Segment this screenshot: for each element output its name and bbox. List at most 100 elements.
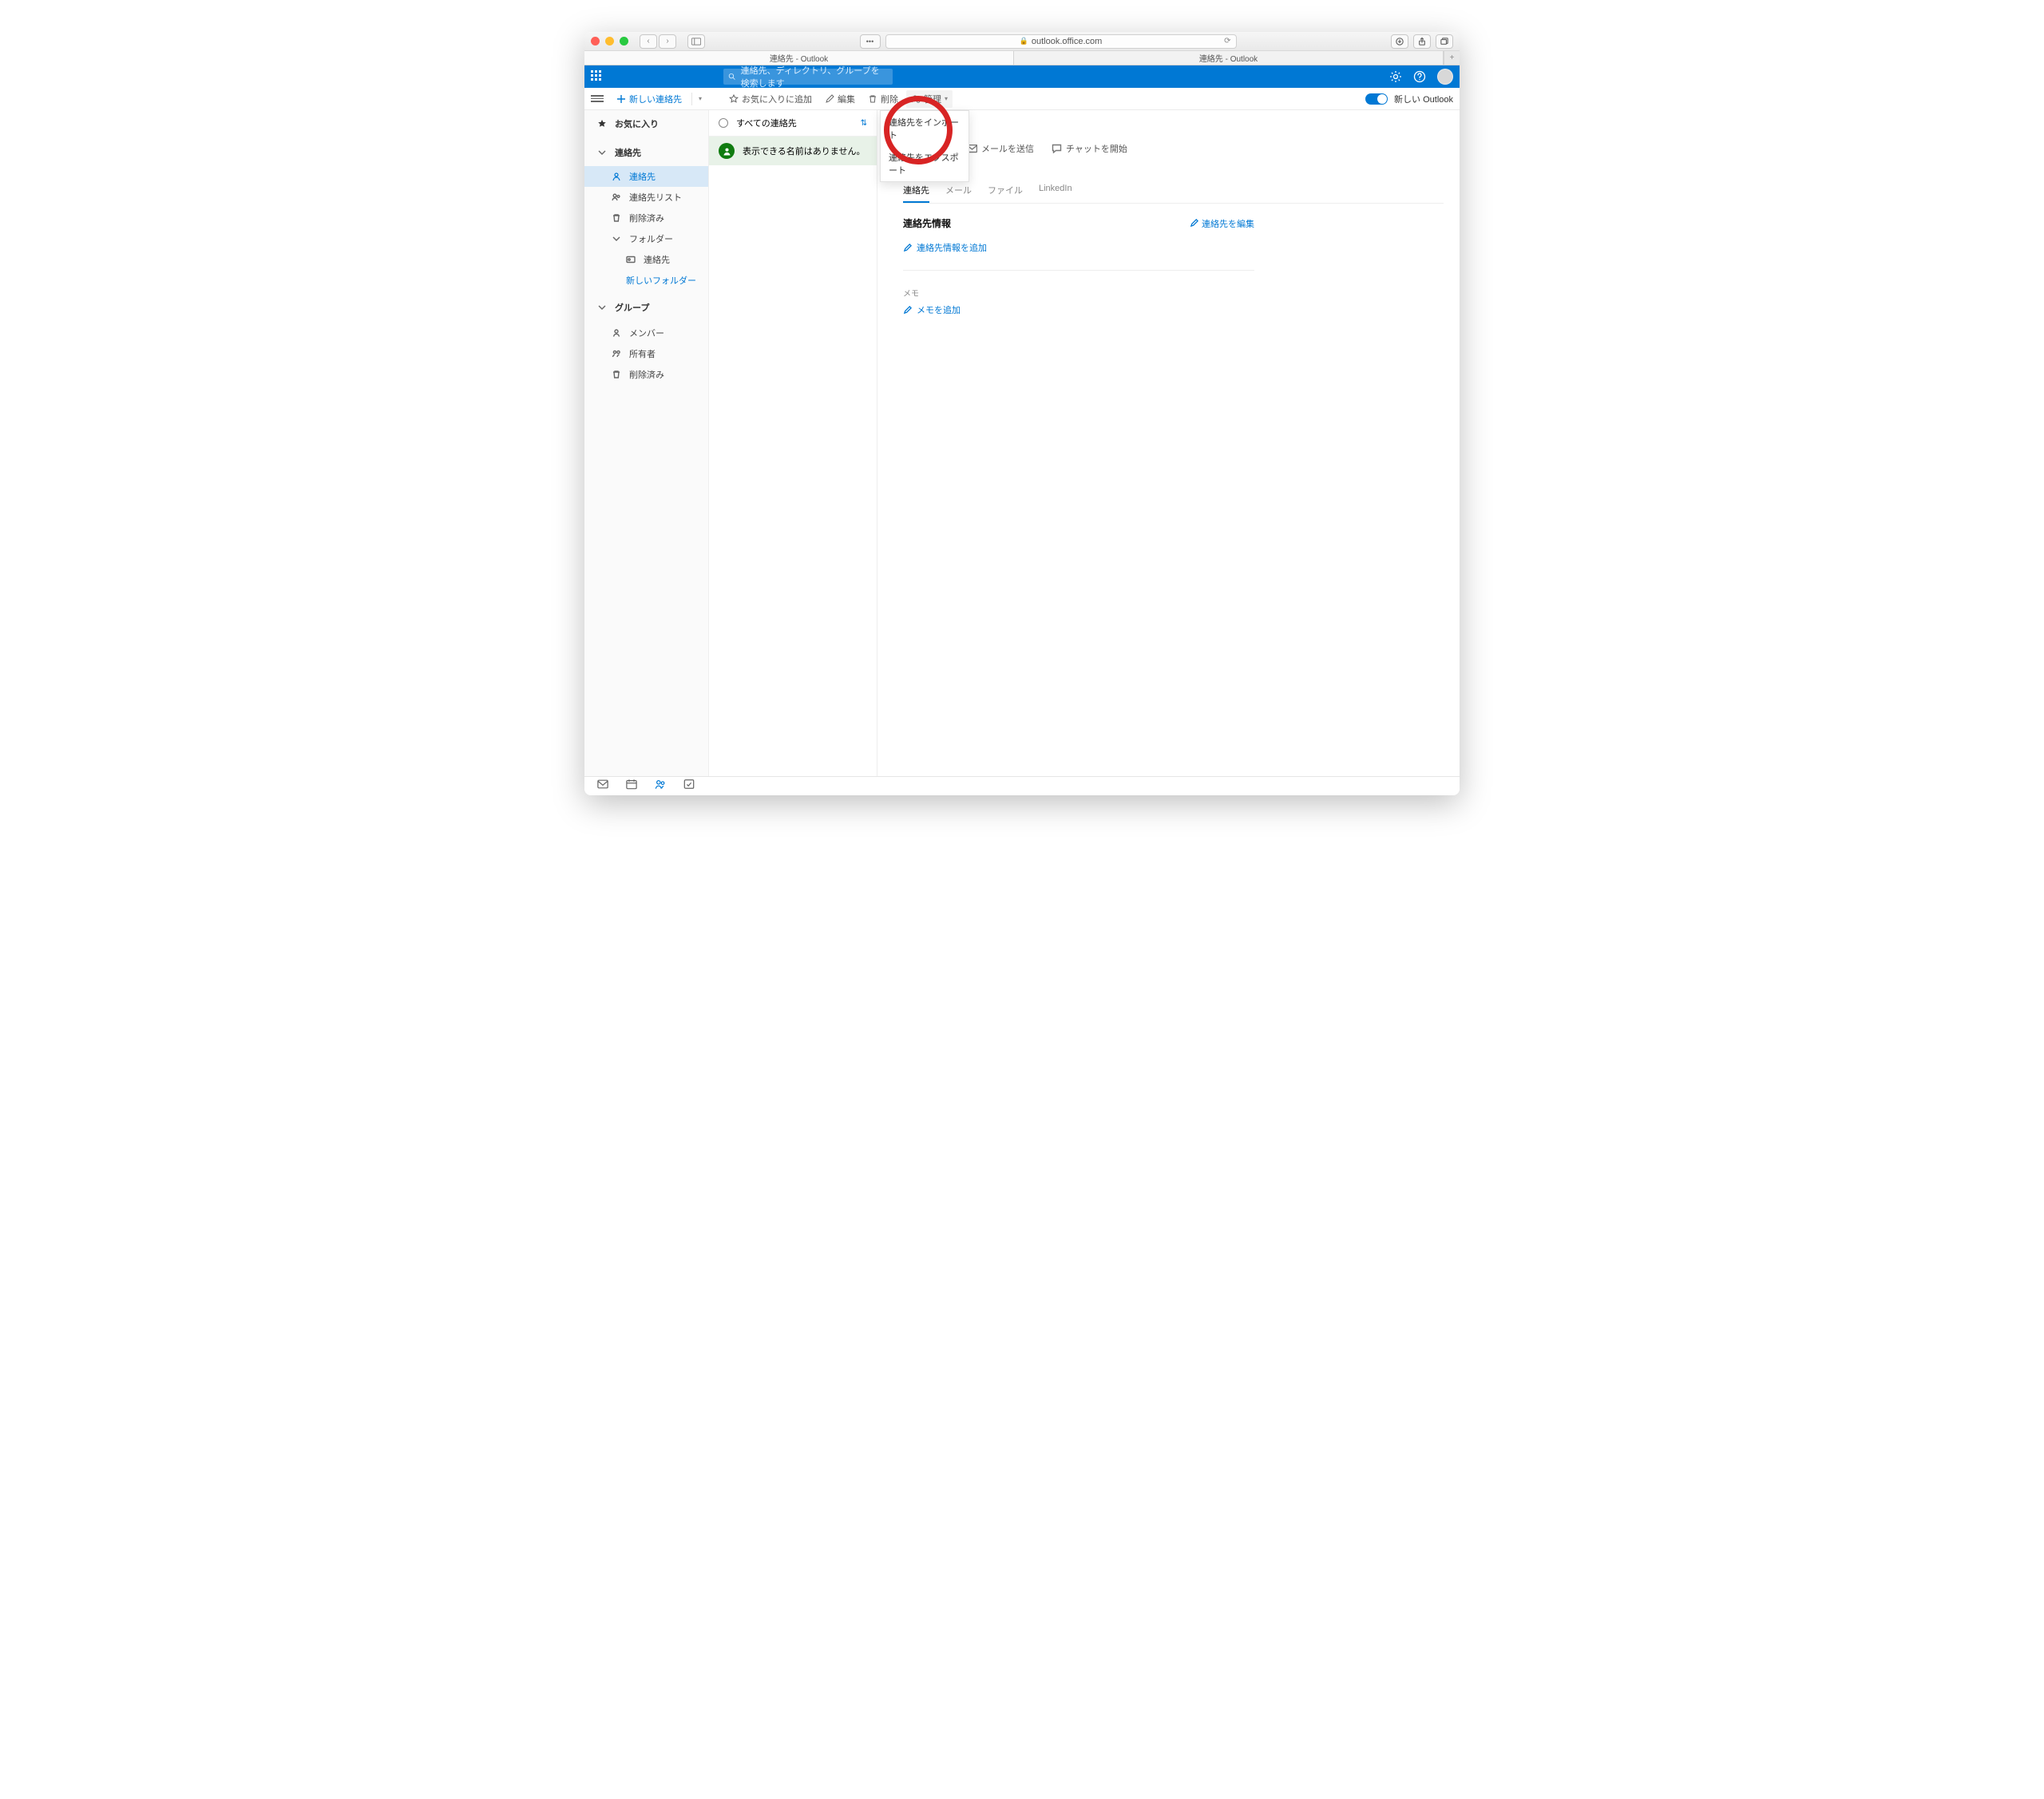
nav-members[interactable]: メンバー: [584, 323, 708, 343]
chevron-down-icon: ▾: [699, 95, 702, 102]
maximize-window-icon[interactable]: [620, 37, 628, 46]
person-gear-icon: [911, 94, 921, 104]
select-all-checkbox[interactable]: [719, 118, 728, 128]
nav-new-folder[interactable]: 新しいフォルダー: [584, 270, 708, 291]
close-window-icon[interactable]: [591, 37, 600, 46]
new-outlook-label: 新しい Outlook: [1394, 93, 1453, 105]
export-contacts-item[interactable]: 連絡先をエクスポート: [881, 146, 969, 181]
forward-button[interactable]: ›: [659, 34, 676, 49]
new-contact-split-button[interactable]: ▾: [697, 93, 703, 105]
chevron-down-icon: [597, 303, 607, 312]
contact-name: 表示できる名前はありません。: [743, 145, 865, 157]
account-avatar[interactable]: [1437, 69, 1453, 85]
add-contact-info-link[interactable]: 連絡先情報を追加: [903, 241, 1444, 254]
tab-mail[interactable]: メール: [945, 179, 972, 203]
app-launcher-icon[interactable]: [591, 70, 604, 83]
add-to-favorites-button[interactable]: お気に入りに追加: [724, 90, 817, 108]
tab-linkedin[interactable]: LinkedIn: [1039, 179, 1072, 203]
plus-icon: [616, 94, 626, 104]
add-memo-link[interactable]: メモを追加: [903, 303, 1444, 316]
start-chat-button[interactable]: チャットを開始: [1052, 142, 1127, 155]
tab-contacts[interactable]: 連絡先: [903, 179, 929, 203]
manage-dropdown: 連絡先をインポート 連絡先をエクスポート: [880, 110, 969, 182]
tabs-overview-button[interactable]: [1436, 34, 1453, 49]
search-icon: [728, 72, 736, 81]
help-icon[interactable]: [1413, 70, 1426, 83]
edit-contact-link[interactable]: 連絡先を編集: [1190, 217, 1254, 230]
sidebar-toggle-button[interactable]: [687, 34, 705, 49]
todo-module-button[interactable]: [683, 779, 695, 794]
trash-icon: [612, 370, 621, 379]
import-contacts-item[interactable]: 連絡先をインポート: [881, 111, 969, 146]
window-titlebar: ‹ › ••• 🔒 outlook.office.com ⟳: [584, 32, 1460, 51]
people-icon: [612, 192, 621, 202]
chevron-down-icon: [597, 148, 607, 157]
lock-icon: 🔒: [1020, 37, 1028, 46]
chat-icon: [1052, 144, 1062, 153]
nav-favorites[interactable]: お気に入り: [584, 113, 708, 134]
nav-contact-list[interactable]: 連絡先リスト: [584, 187, 708, 208]
new-tab-button[interactable]: +: [1444, 51, 1460, 65]
nav-toggle-button[interactable]: [591, 95, 604, 102]
nav-folders[interactable]: フォルダー: [584, 228, 708, 249]
traffic-lights: [591, 37, 628, 46]
reload-icon[interactable]: ⟳: [1224, 37, 1230, 46]
browser-tab-2[interactable]: 連絡先 - Outlook: [1014, 51, 1444, 65]
chevron-down-icon: ▾: [945, 95, 948, 102]
list-header[interactable]: すべての連絡先 ⇅: [709, 110, 877, 137]
tabs-icon: [1440, 38, 1448, 46]
star-icon: [729, 94, 739, 104]
contact-row[interactable]: 表示できる名前はありません。: [709, 137, 877, 165]
nav-groups-section[interactable]: グループ: [584, 297, 708, 318]
member-icon: [612, 328, 621, 338]
calendar-module-button[interactable]: [626, 779, 637, 794]
settings-icon[interactable]: [1389, 70, 1402, 83]
browser-tabs: 連絡先 - Outlook 連絡先 - Outlook +: [584, 51, 1460, 65]
manage-button[interactable]: 管理 ▾: [906, 90, 953, 108]
back-button[interactable]: ‹: [640, 34, 657, 49]
contact-list-column: すべての連絡先 ⇅ 表示できる名前はありません。: [709, 110, 877, 776]
edit-button[interactable]: 編集: [820, 90, 860, 108]
downloads-button[interactable]: [1391, 34, 1408, 49]
command-bar: 新しい連絡先 ▾ お気に入りに追加 編集 削除 管理 ▾ 新しい Outlook…: [584, 88, 1460, 110]
pencil-icon: [1190, 219, 1198, 228]
tab-files[interactable]: ファイル: [988, 179, 1023, 203]
contact-info-title: 連絡先情報: [903, 216, 951, 230]
share-icon: [1418, 38, 1426, 46]
search-placeholder: 連絡先、ディレクトリ、グループを検索します: [741, 64, 888, 89]
detail-pane: メールを送信 チャットを開始 連絡先 メール ファイル LinkedIn 連絡先…: [877, 110, 1460, 776]
nav-deleted[interactable]: 削除済み: [584, 208, 708, 228]
module-bar: [584, 776, 1460, 795]
trash-icon: [612, 213, 621, 223]
app-header: 連絡先、ディレクトリ、グループを検索します: [584, 65, 1460, 88]
pencil-icon: [903, 306, 912, 315]
delete-button[interactable]: 削除: [863, 90, 903, 108]
star-icon: [597, 119, 607, 129]
new-outlook-toggle[interactable]: [1365, 93, 1388, 105]
nav-deleted-groups[interactable]: 削除済み: [584, 364, 708, 385]
nav-owners[interactable]: 所有者: [584, 343, 708, 364]
owner-icon: [612, 349, 621, 359]
nav-contacts-section[interactable]: 連絡先: [584, 142, 708, 163]
share-button[interactable]: [1413, 34, 1431, 49]
pencil-icon: [825, 94, 834, 104]
download-icon: [1396, 38, 1404, 46]
new-contact-button[interactable]: 新しい連絡先: [612, 90, 687, 108]
memo-label: メモ: [903, 287, 1444, 299]
pencil-icon: [903, 244, 912, 252]
nav-folder-contacts[interactable]: 連絡先: [584, 249, 708, 270]
minimize-window-icon[interactable]: [605, 37, 614, 46]
left-nav: お気に入り 連絡先 連絡先 連絡先リスト 削除済み フォルダー: [584, 110, 709, 776]
sidebar-icon: [691, 38, 701, 46]
address-bar[interactable]: 🔒 outlook.office.com ⟳: [885, 34, 1237, 49]
nav-contacts[interactable]: 連絡先: [584, 166, 708, 187]
trash-icon: [868, 94, 877, 104]
browser-tab-1[interactable]: 連絡先 - Outlook: [584, 51, 1014, 65]
people-module-button[interactable]: [655, 779, 666, 794]
sort-arrow-icon[interactable]: ⇅: [861, 119, 867, 128]
site-settings-button[interactable]: •••: [860, 34, 881, 49]
mail-module-button[interactable]: [597, 779, 608, 794]
search-input[interactable]: 連絡先、ディレクトリ、グループを検索します: [723, 69, 893, 85]
chevron-down-icon: [612, 234, 621, 244]
send-mail-button[interactable]: メールを送信: [967, 142, 1034, 155]
